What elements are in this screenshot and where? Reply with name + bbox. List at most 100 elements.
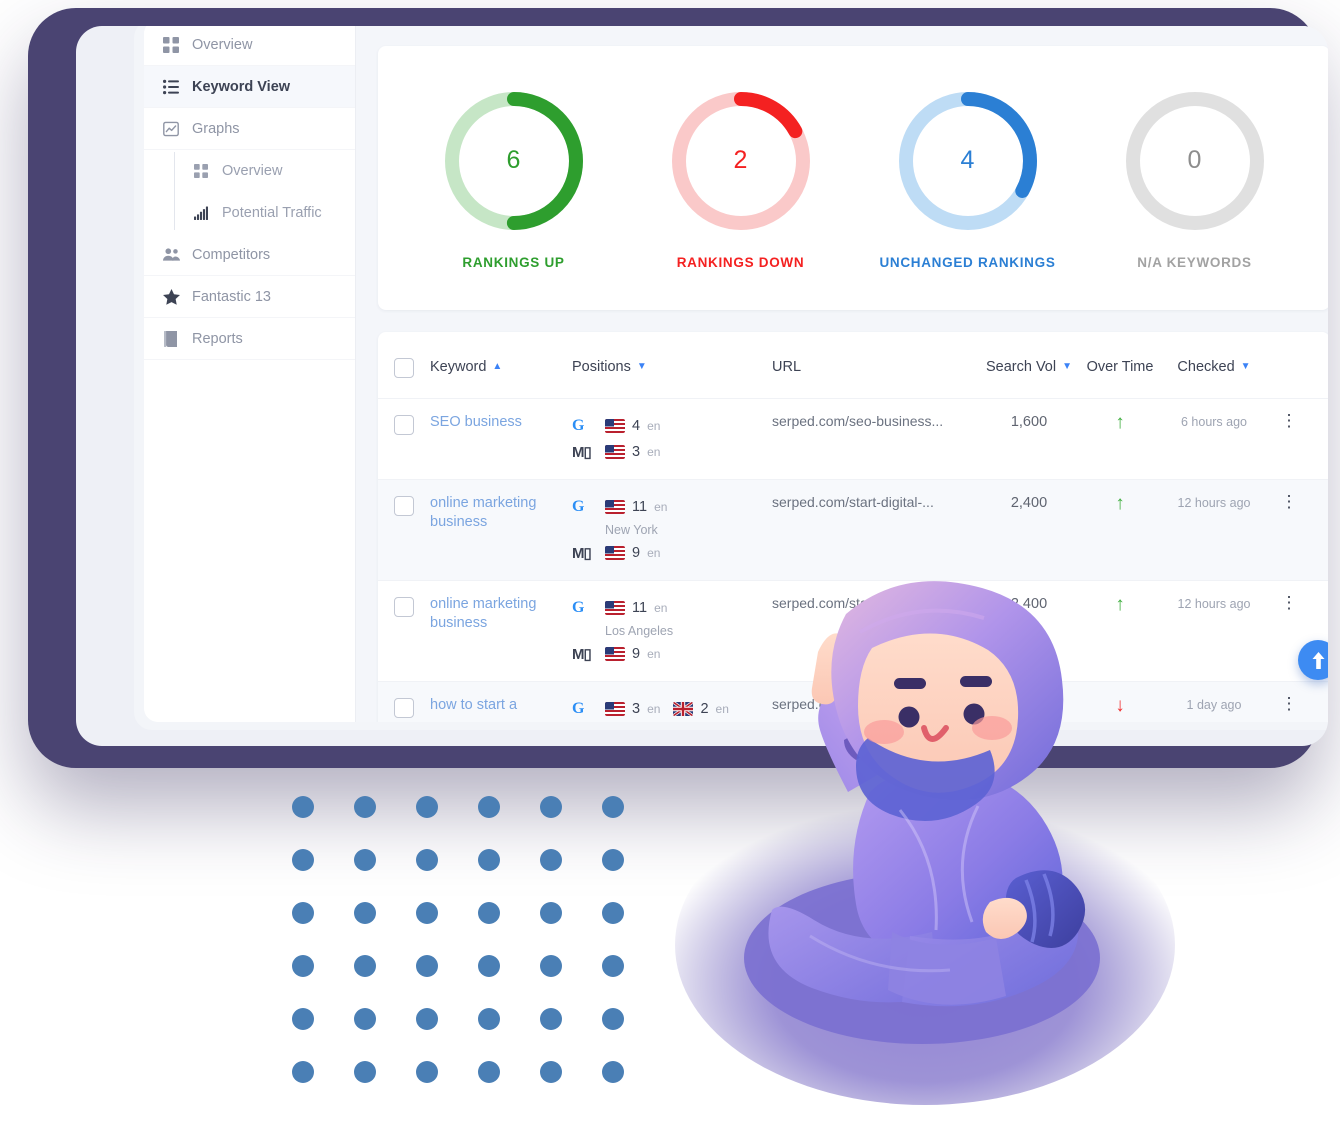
row-actions-menu-icon[interactable]: ⋮ xyxy=(1281,593,1298,612)
select-all-checkbox[interactable] xyxy=(394,358,414,378)
keyword-link[interactable]: online marketing business xyxy=(430,495,536,530)
sidebar-item-overview[interactable]: Overview xyxy=(144,26,355,66)
stat-label: N/A KEYWORDS xyxy=(1137,254,1252,270)
url-value[interactable]: serped.com/seo-business... xyxy=(772,413,943,429)
row-checkbox[interactable] xyxy=(394,496,414,516)
sidebar-item-graphs[interactable]: Graphs xyxy=(144,108,355,150)
position-entry: M▯ 3 en xyxy=(572,439,772,465)
sidebar-subitem-label: Potential Traffic xyxy=(222,205,322,221)
column-header-search-vol[interactable]: Search Vol ▼ xyxy=(977,359,1081,375)
grid-icon xyxy=(162,36,180,54)
stat-value: 2 xyxy=(733,146,748,174)
url-value[interactable]: serped.com/start-digital-... xyxy=(772,494,934,510)
column-label: Search Vol xyxy=(985,359,1057,375)
lang-code: en xyxy=(654,500,668,514)
stat-label: RANKINGS UP xyxy=(462,254,565,270)
bing-engine-icon: M▯ xyxy=(572,545,592,562)
chevron-down-icon: ▼ xyxy=(1062,361,1073,372)
us-flag-icon xyxy=(605,445,625,459)
lang-code: en xyxy=(647,647,661,661)
us-flag-icon xyxy=(605,419,625,433)
sidebar-subitem-overview[interactable]: Overview xyxy=(174,150,355,192)
arrow-up-icon xyxy=(1312,651,1324,669)
column-label: Checked xyxy=(1177,359,1235,375)
bing-engine-icon: M▯ xyxy=(572,646,592,663)
stat-unchanged-rankings: 4 UNCHANGED RANKINGS xyxy=(854,87,1081,270)
column-header-positions[interactable]: Positions ▼ xyxy=(572,359,772,375)
sidebar-item-reports[interactable]: Reports xyxy=(144,318,355,360)
sidebar-subnav: Overview Potential Traffic xyxy=(144,150,355,234)
sidebar-item-label: Keyword View xyxy=(192,78,291,95)
column-label: URL xyxy=(772,359,802,375)
chart-area-icon xyxy=(162,120,180,138)
stats-summary-card: 6 RANKINGS UP 2 RANKINGS DOWN 4 UNCHANGE… xyxy=(378,46,1328,310)
donut-chart: 6 xyxy=(440,87,588,235)
sidebar-item-label: Competitors xyxy=(192,246,271,263)
rank-value: 9 xyxy=(632,545,641,561)
keyword-link[interactable]: how to start a xyxy=(430,697,517,713)
table-row[interactable]: online marketing business G 11 xyxy=(378,480,1328,581)
sidebar-subitem-label: Overview xyxy=(222,163,283,179)
ninja-mascot-illustration xyxy=(660,580,1180,1110)
us-flag-icon xyxy=(605,702,625,716)
column-header-keyword[interactable]: Keyword ▲ xyxy=(430,359,572,375)
decorative-dot-grid xyxy=(292,796,624,1114)
sidebar-item-fantastic-13[interactable]: Fantastic 13 xyxy=(144,276,355,318)
star-icon xyxy=(162,288,180,306)
trend-up-icon: ↑ xyxy=(1115,412,1125,433)
stat-label: UNCHANGED RANKINGS xyxy=(879,254,1056,270)
position-entry: G 4 en xyxy=(572,413,772,439)
trend-up-icon: ↑ xyxy=(1115,493,1125,514)
column-header-checked[interactable]: Checked ▼ xyxy=(1159,359,1269,375)
page-root: Overview Keyword View Graphs Overview Po… xyxy=(0,0,1340,1138)
column-header-over-time[interactable]: Over Time xyxy=(1081,359,1159,375)
sidebar-item-label: Fantastic 13 xyxy=(192,288,271,305)
column-header-url[interactable]: URL xyxy=(772,359,977,375)
checked-time: 12 hours ago xyxy=(1177,496,1251,510)
rank-value: 3 xyxy=(632,701,641,717)
row-checkbox[interactable] xyxy=(394,597,414,617)
row-checkbox[interactable] xyxy=(394,698,414,718)
rank-value: 11 xyxy=(632,600,648,616)
book-icon xyxy=(162,330,180,348)
stat-rankings-up: 6 RANKINGS UP xyxy=(400,87,627,270)
location-label: New York xyxy=(605,523,658,537)
select-all-cell xyxy=(378,356,430,378)
google-engine-icon: G xyxy=(572,599,585,616)
row-checkbox[interactable] xyxy=(394,415,414,435)
lang-code: en xyxy=(647,445,661,459)
chevron-up-icon: ▲ xyxy=(492,361,503,372)
sidebar-item-label: Reports xyxy=(192,330,243,347)
row-actions-menu-icon[interactable]: ⋮ xyxy=(1281,694,1298,713)
keyword-link[interactable]: SEO business xyxy=(430,414,522,430)
row-actions-menu-icon[interactable]: ⋮ xyxy=(1281,411,1298,430)
stat-value: 6 xyxy=(506,146,521,174)
checked-time: 1 day ago xyxy=(1186,698,1242,712)
sidebar-subitem-potential-traffic[interactable]: Potential Traffic xyxy=(174,192,355,234)
row-actions-menu-icon[interactable]: ⋮ xyxy=(1281,492,1298,511)
google-engine-icon: G xyxy=(572,498,585,515)
rank-value: 9 xyxy=(632,646,641,662)
chevron-down-icon: ▼ xyxy=(636,361,647,372)
google-engine-icon: G xyxy=(572,700,585,717)
checked-time: 12 hours ago xyxy=(1177,597,1251,611)
keyword-link[interactable]: online marketing business xyxy=(430,596,536,631)
column-label: Positions xyxy=(572,359,631,375)
lang-code: en xyxy=(647,419,661,433)
column-label: Over Time xyxy=(1086,359,1154,375)
stat-label: RANKINGS DOWN xyxy=(676,254,805,270)
sidebar-item-keyword-view[interactable]: Keyword View xyxy=(144,66,355,108)
grid-icon xyxy=(192,162,210,180)
lang-code: en xyxy=(647,546,661,560)
positions-cell: G 4 en M▯ 3 en xyxy=(572,413,772,465)
sidebar-item-competitors[interactable]: Competitors xyxy=(144,234,355,276)
donut-chart: 4 xyxy=(894,87,1042,235)
bing-engine-icon: M▯ xyxy=(572,444,592,461)
bar-chart-icon xyxy=(192,204,210,222)
positions-cell: G 11 en New York M▯ 9 en xyxy=(572,494,772,566)
users-icon xyxy=(162,246,180,264)
table-row[interactable]: SEO business G 4 en M▯ 3 en serped.com/s… xyxy=(378,399,1328,480)
us-flag-icon xyxy=(605,546,625,560)
list-icon xyxy=(162,78,180,96)
rank-value: 4 xyxy=(632,418,641,434)
